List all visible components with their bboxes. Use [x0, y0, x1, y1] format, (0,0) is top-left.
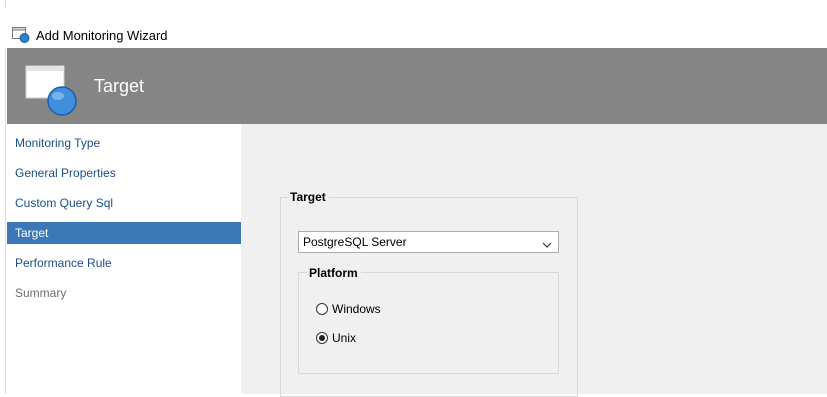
nav-step-performance-rule[interactable]: Performance Rule	[7, 252, 241, 274]
target-select-value: PostgreSQL Server	[303, 235, 407, 249]
wizard-window-icon	[12, 27, 30, 43]
platform-group-label: Platform	[307, 266, 361, 280]
nav-step-summary: Summary	[15, 286, 67, 300]
chevron-down-icon	[542, 238, 552, 248]
page-title: Target	[94, 76, 145, 96]
platform-option-windows[interactable]: Windows	[316, 302, 381, 316]
platform-option-unix[interactable]: Unix	[316, 331, 356, 345]
target-select[interactable]: PostgreSQL Server	[298, 231, 559, 253]
nav-step-target[interactable]: Target	[7, 222, 241, 244]
radio-windows[interactable]	[316, 303, 328, 315]
radio-unix-label: Unix	[332, 331, 357, 345]
platform-groupbox	[298, 272, 559, 374]
nav-step-general-properties[interactable]: General Properties	[7, 162, 241, 184]
target-group-label: Target	[288, 190, 329, 204]
wizard-steps-nav: Monitoring Type General Properties Custo…	[7, 124, 241, 394]
nav-step-monitoring-type[interactable]: Monitoring Type	[7, 132, 241, 154]
wizard-header-icon	[25, 65, 79, 117]
window-left-edge	[0, 0, 6, 394]
title-bar: Add Monitoring Wizard	[0, 8, 827, 48]
wizard-window: Add Monitoring Wizard Target Monitoring …	[0, 0, 827, 397]
nav-step-custom-query-sql[interactable]: Custom Query Sql	[7, 192, 241, 214]
radio-unix[interactable]	[316, 332, 328, 344]
content-pane: Target PostgreSQL Server Platform Window…	[241, 124, 827, 397]
window-title: Add Monitoring Wizard	[36, 28, 168, 43]
wizard-header: Target	[7, 48, 827, 124]
radio-windows-label: Windows	[332, 302, 381, 316]
